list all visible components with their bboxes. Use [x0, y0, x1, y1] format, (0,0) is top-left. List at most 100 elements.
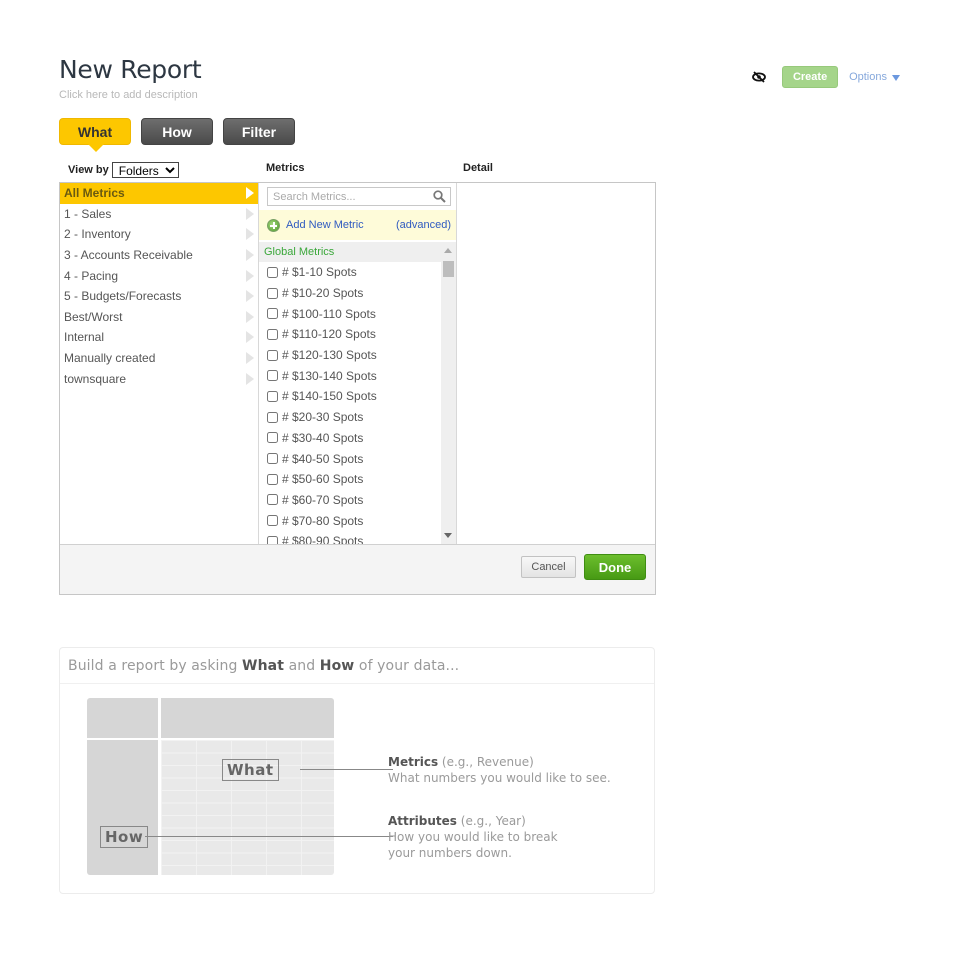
- tab-bar: What How Filter: [59, 118, 305, 152]
- arrow-right-icon: [246, 352, 254, 365]
- metric-checkbox[interactable]: [267, 266, 278, 278]
- metric-item[interactable]: # $110-120 Spots: [259, 324, 441, 345]
- arrow-right-icon: [246, 290, 254, 303]
- search-icon[interactable]: [433, 190, 446, 206]
- folder-item[interactable]: 2 - Inventory: [60, 224, 258, 245]
- grid-corner-cell: [87, 698, 158, 738]
- attributes-legend-example: (e.g., Year): [456, 814, 526, 828]
- metric-checkbox[interactable]: [267, 328, 278, 340]
- metric-item[interactable]: # $120-130 Spots: [259, 345, 441, 366]
- arrow-right-icon: [246, 228, 254, 241]
- metric-item[interactable]: # $20-30 Spots: [259, 407, 441, 428]
- panel-footer: Cancel Done: [60, 544, 655, 594]
- metric-label: # $140-150 Spots: [282, 389, 377, 404]
- metric-checkbox[interactable]: [267, 349, 278, 361]
- tab-filter[interactable]: Filter: [223, 118, 295, 145]
- metric-item[interactable]: # $30-40 Spots: [259, 428, 441, 449]
- metrics-legend: Metrics (e.g., Revenue) What numbers you…: [388, 754, 611, 786]
- folder-item[interactable]: 1 - Sales: [60, 204, 258, 225]
- metric-label: # $10-20 Spots: [282, 286, 364, 301]
- metric-item[interactable]: # $80-90 Spots: [259, 531, 441, 544]
- metric-checkbox[interactable]: [267, 287, 278, 299]
- metric-picker-panel: All Metrics 1 - Sales 2 - Inventory 3 - …: [59, 182, 656, 595]
- scroll-up-arrow-icon[interactable]: [444, 248, 452, 253]
- metric-item[interactable]: # $40-50 Spots: [259, 448, 441, 469]
- metric-checkbox[interactable]: [267, 432, 278, 444]
- metric-item[interactable]: # $60-70 Spots: [259, 490, 441, 511]
- view-by-select[interactable]: Folders: [111, 162, 179, 178]
- metric-checkbox[interactable]: [267, 308, 278, 320]
- tab-what[interactable]: What: [59, 118, 131, 152]
- grid-column-header: [161, 698, 334, 738]
- detail-column-heading: Detail: [463, 162, 493, 174]
- attributes-legend-desc-2: your numbers down.: [388, 846, 512, 860]
- metric-label: # $30-40 Spots: [282, 430, 364, 445]
- scroll-down-arrow-icon[interactable]: [444, 533, 452, 538]
- folder-item[interactable]: Internal: [60, 327, 258, 348]
- metric-item[interactable]: # $50-60 Spots: [259, 469, 441, 490]
- metric-checkbox[interactable]: [267, 453, 278, 465]
- folder-list: All Metrics 1 - Sales 2 - Inventory 3 - …: [60, 183, 258, 544]
- metrics-legend-desc: What numbers you would like to see.: [388, 771, 611, 785]
- metric-item[interactable]: # $140-150 Spots: [259, 386, 441, 407]
- plus-circle-icon[interactable]: [267, 218, 280, 232]
- folder-item[interactable]: 5 - Budgets/Forecasts: [60, 286, 258, 307]
- help-card: Build a report by asking What and How of…: [59, 647, 655, 894]
- attributes-legend-desc-1: How you would like to break: [388, 830, 558, 844]
- metric-list: # $1-10 Spots # $10-20 Spots # $100-110 …: [259, 262, 441, 544]
- folder-label: townsquare: [64, 371, 127, 386]
- view-by-label: View by: [68, 164, 109, 176]
- page-title: New Report: [59, 55, 202, 84]
- tab-how[interactable]: How: [141, 118, 213, 145]
- arrow-right-icon: [246, 187, 254, 200]
- folder-item[interactable]: 4 - Pacing: [60, 265, 258, 286]
- metric-item[interactable]: # $70-80 Spots: [259, 510, 441, 531]
- metric-search-box: [267, 187, 451, 206]
- metrics-legend-example: (e.g., Revenue): [438, 755, 534, 769]
- metric-checkbox[interactable]: [267, 411, 278, 423]
- metric-checkbox[interactable]: [267, 535, 278, 544]
- folder-item[interactable]: townsquare: [60, 368, 258, 389]
- eye-slash-icon[interactable]: [752, 71, 766, 83]
- cancel-button[interactable]: Cancel: [521, 556, 576, 578]
- metric-checkbox[interactable]: [267, 370, 278, 382]
- metric-label: # $80-90 Spots: [282, 534, 364, 544]
- what-tag: What: [222, 759, 279, 781]
- metric-group-header: Global Metrics: [259, 242, 441, 262]
- folder-item[interactable]: Manually created: [60, 348, 258, 369]
- folder-item[interactable]: Best/Worst: [60, 307, 258, 328]
- report-grid-illustration: What How: [87, 698, 393, 875]
- metric-checkbox[interactable]: [267, 515, 278, 527]
- how-tag: How: [100, 826, 149, 848]
- metric-item[interactable]: # $100-110 Spots: [259, 303, 441, 324]
- metric-search-input[interactable]: [273, 190, 428, 203]
- metric-checkbox[interactable]: [267, 390, 278, 402]
- detail-pane: [457, 183, 655, 544]
- folder-label: 3 - Accounts Receivable: [64, 248, 193, 263]
- help-heading-what: What: [242, 657, 284, 674]
- folder-label: 5 - Budgets/Forecasts: [64, 289, 182, 304]
- options-dropdown[interactable]: Options: [849, 71, 900, 83]
- metric-label: # $60-70 Spots: [282, 492, 364, 507]
- metric-checkbox[interactable]: [267, 494, 278, 506]
- create-button[interactable]: Create: [782, 66, 839, 88]
- metric-label: # $130-140 Spots: [282, 368, 377, 383]
- header-actions: Create Options: [752, 66, 900, 88]
- done-button[interactable]: Done: [584, 554, 646, 580]
- folder-item[interactable]: All Metrics: [60, 183, 258, 204]
- metric-item[interactable]: # $130-140 Spots: [259, 365, 441, 386]
- attributes-legend-title: Attributes: [388, 814, 457, 828]
- arrow-right-icon: [246, 249, 254, 262]
- metric-list-scrollbar[interactable]: [441, 242, 456, 544]
- folder-label: 4 - Pacing: [64, 268, 119, 283]
- add-new-metric-link[interactable]: Add New Metric: [286, 219, 364, 231]
- advanced-link[interactable]: (advanced): [396, 219, 451, 231]
- how-connector-line: [145, 836, 393, 837]
- scrollbar-thumb[interactable]: [443, 261, 454, 277]
- metric-item[interactable]: # $10-20 Spots: [259, 283, 441, 304]
- metric-checkbox[interactable]: [267, 473, 278, 485]
- arrow-right-icon: [246, 207, 254, 220]
- metric-item[interactable]: # $1-10 Spots: [259, 262, 441, 283]
- folder-item[interactable]: 3 - Accounts Receivable: [60, 245, 258, 266]
- description-placeholder[interactable]: Click here to add description: [59, 89, 198, 101]
